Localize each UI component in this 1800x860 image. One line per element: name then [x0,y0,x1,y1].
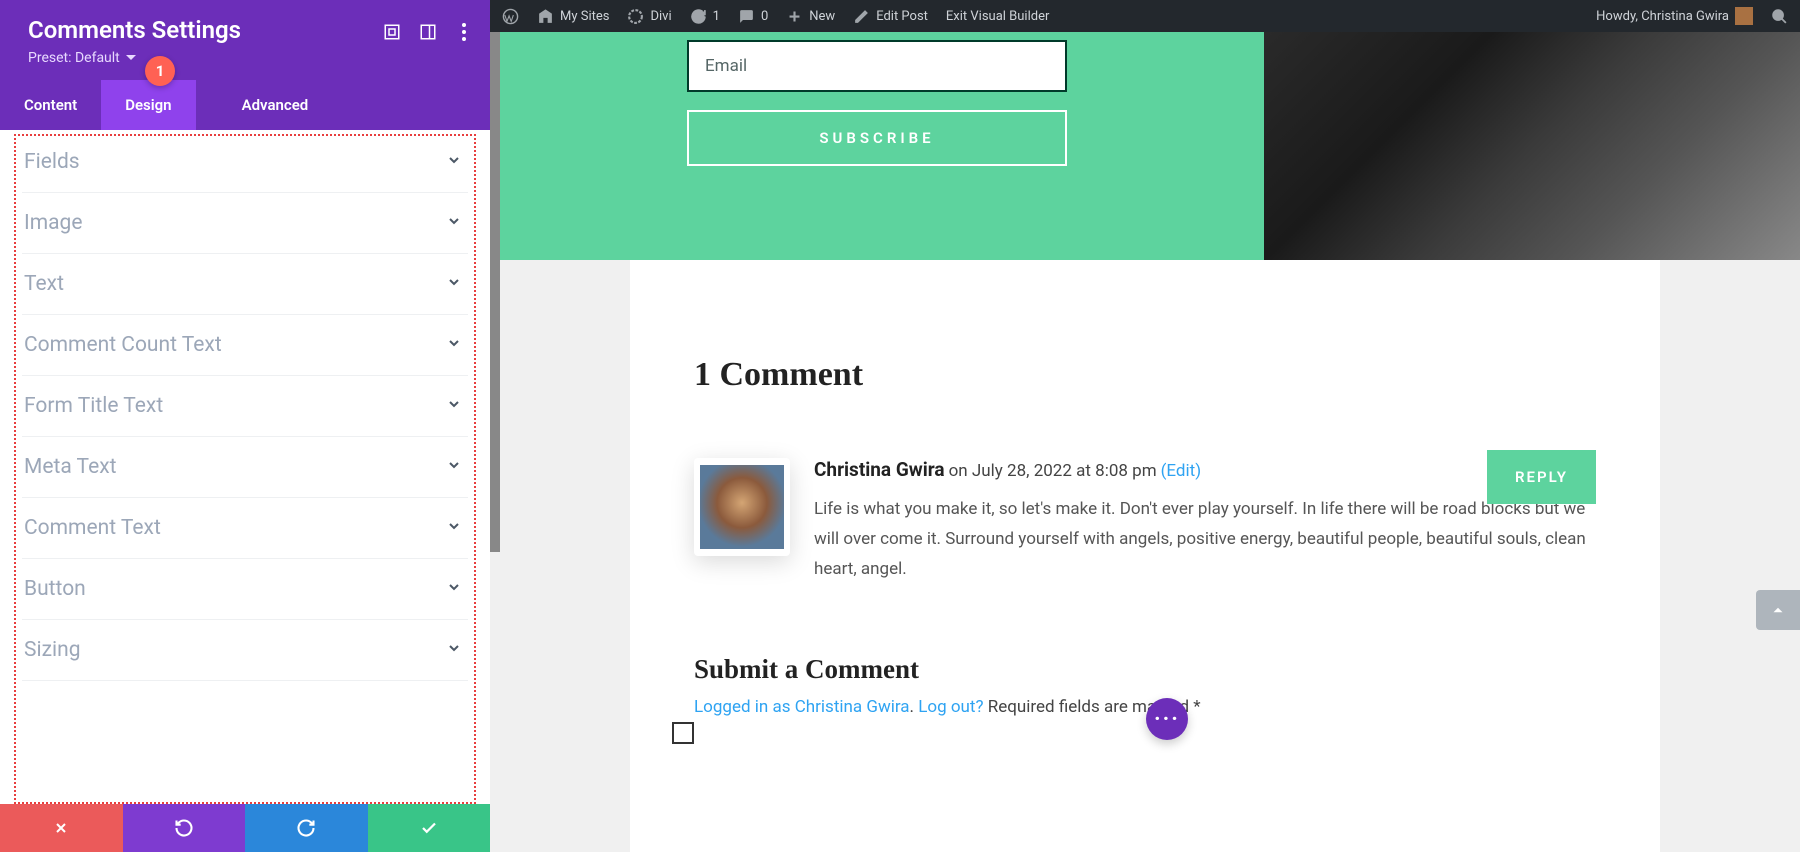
avatar [1735,7,1753,25]
howdy-user[interactable]: Howdy, Christina Gwira [1596,7,1753,25]
group-comment-text[interactable]: Comment Text [22,498,468,559]
chevron-down-icon [126,53,136,63]
chevron-down-icon [446,518,462,538]
tab-design[interactable]: Design [101,80,195,130]
exit-visual-builder[interactable]: Exit Visual Builder [946,9,1049,24]
group-label: Form Title Text [24,394,163,418]
group-label: Sizing [24,638,81,662]
group-label: Image [24,211,82,235]
hero-section: Email SUBSCRIBE [490,32,1800,260]
chevron-down-icon [446,274,462,294]
comments-count-label: 0 [761,9,768,24]
preset-dropdown[interactable]: Preset: Default [28,50,470,66]
chevron-down-icon [446,640,462,660]
group-label: Fields [24,150,80,174]
comment-body: Christina Gwira on July 28, 2022 at 8:08… [814,458,1596,584]
settings-panel: Comments Settings Preset: Default 1 Cont… [0,0,490,852]
search-icon[interactable] [1771,8,1788,25]
laptop-photo [1264,32,1800,260]
chevron-down-icon [446,579,462,599]
builder-fab[interactable]: ··· [1146,698,1188,740]
email-field[interactable]: Email [687,40,1067,92]
group-label: Button [24,577,86,601]
save-button[interactable] [368,804,491,852]
group-label: Meta Text [24,455,117,479]
group-sizing[interactable]: Sizing [22,620,468,681]
wp-logo[interactable] [502,8,519,25]
layout-icon[interactable] [418,22,438,42]
edit-post[interactable]: Edit Post [853,8,928,25]
group-text[interactable]: Text [22,254,468,315]
panel-tabs: Content Design Advanced [0,80,490,130]
expand-icon[interactable] [382,22,402,42]
chevron-down-icon [446,213,462,233]
scrollbar[interactable] [490,32,500,552]
group-image[interactable]: Image [22,193,468,254]
design-groups-highlight: Fields Image Text Comment Count Text For… [14,134,476,804]
login-line: Logged in as Christina Gwira. Log out? R… [694,697,1596,717]
logout-link[interactable]: Log out? [918,697,983,717]
comment-text: Life is what you make it, so let's make … [814,495,1596,584]
exit-label: Exit Visual Builder [946,9,1049,24]
refresh-count: 1 [713,9,720,24]
chevron-down-icon [446,152,462,172]
chevron-down-icon [446,457,462,477]
group-label: Comment Count Text [24,333,222,357]
site-name[interactable]: Divi [627,8,671,25]
more-icon[interactable] [454,22,474,42]
panel-header: Comments Settings Preset: Default 1 [0,0,490,80]
undo-button[interactable] [123,804,246,852]
checkbox[interactable] [672,722,694,744]
tab-advanced[interactable]: Advanced [218,80,333,130]
logged-in-link[interactable]: Logged in as Christina Gwira [694,697,910,717]
scroll-top-button[interactable] [1756,590,1800,630]
page-preview: My Sites Divi 1 0 New Edit Post Exit Vis… [490,0,1800,852]
comment-author: Christina Gwira [814,458,945,481]
panel-footer [0,804,490,852]
site-name-label: Divi [650,9,671,24]
group-form-title-text[interactable]: Form Title Text [22,376,468,437]
comment-item: Christina Gwira on July 28, 2022 at 8:08… [694,458,1596,584]
my-sites[interactable]: My Sites [537,8,609,25]
refresh[interactable]: 1 [690,8,720,25]
group-comment-count-text[interactable]: Comment Count Text [22,315,468,376]
comment-meta: Christina Gwira on July 28, 2022 at 8:08… [814,458,1596,481]
settings-list: Fields Image Text Comment Count Text For… [0,130,490,804]
group-fields[interactable]: Fields [22,136,468,193]
comment-count: 1 Comment [694,356,1596,394]
edit-post-label: Edit Post [876,9,928,24]
wp-admin-bar: My Sites Divi 1 0 New Edit Post Exit Vis… [490,0,1800,32]
group-meta-text[interactable]: Meta Text [22,437,468,498]
step-badge: 1 [145,56,175,86]
subscribe-form: Email SUBSCRIBE [490,32,1264,260]
chevron-down-icon [446,335,462,355]
reply-button[interactable]: REPLY [1487,450,1596,504]
avatar-wrap [694,458,790,556]
new-content[interactable]: New [786,8,835,25]
email-placeholder: Email [705,56,747,76]
new-label: New [809,9,835,24]
avatar [700,465,784,549]
comment-date: on July 28, 2022 at 8:08 pm [949,461,1157,481]
hero-image [1264,32,1800,260]
comments-count[interactable]: 0 [738,8,768,25]
my-sites-label: My Sites [560,9,609,24]
group-label: Comment Text [24,516,161,540]
submit-heading: Submit a Comment [694,654,1596,685]
subscribe-button[interactable]: SUBSCRIBE [687,110,1067,166]
redo-button[interactable] [245,804,368,852]
cancel-button[interactable] [0,804,123,852]
group-label: Text [24,272,64,296]
comments-module: 1 Comment Christina Gwira on July 28, 20… [630,260,1660,860]
group-button[interactable]: Button [22,559,468,620]
preset-label: Preset: Default [28,50,120,66]
chevron-down-icon [446,396,462,416]
howdy-label: Howdy, Christina Gwira [1596,9,1729,24]
tab-content[interactable]: Content [0,80,101,130]
edit-comment-link[interactable]: (Edit) [1161,461,1202,481]
